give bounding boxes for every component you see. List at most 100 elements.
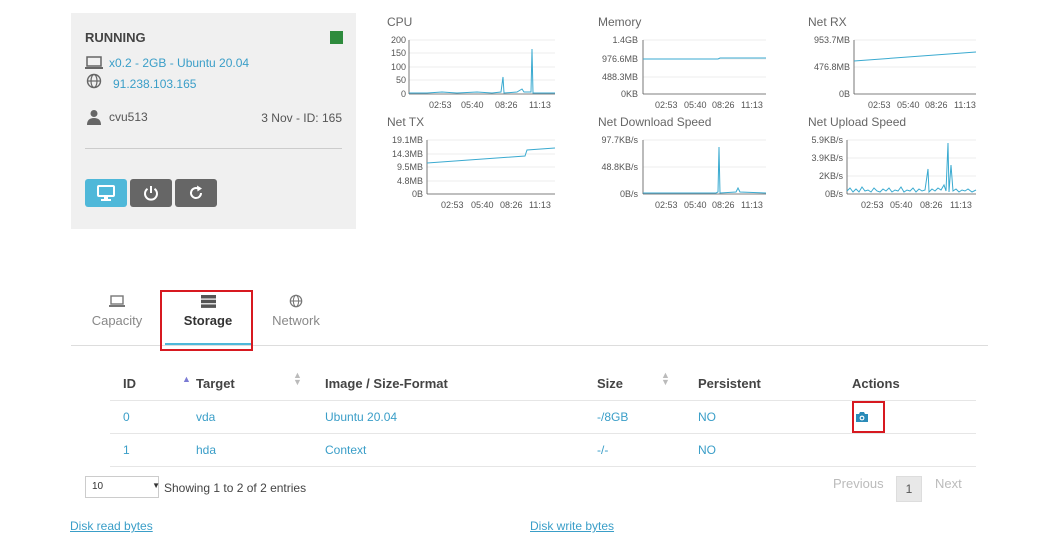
y-tick: 14.3MB bbox=[392, 149, 423, 159]
y-tick: 4.8MB bbox=[397, 176, 423, 186]
chevron-down-icon: ▼ bbox=[152, 481, 160, 490]
y-tick: 2KB/s bbox=[819, 171, 844, 181]
globe-icon bbox=[86, 73, 102, 89]
vm-status-label: RUNNING bbox=[85, 30, 146, 45]
template-row: x0.2 - 2GB - Ubuntu 20.04 bbox=[85, 56, 249, 70]
cpu-chart: CPU 200 150 100 50 0 02:53 05:40 08:26 1… bbox=[387, 15, 597, 115]
pagination-next[interactable]: Next bbox=[935, 476, 962, 491]
user-row: cvu513 bbox=[85, 109, 148, 125]
header-label: Persistent bbox=[698, 376, 761, 391]
entries-info: Showing 1 to 2 of 2 entries bbox=[164, 481, 307, 495]
x-tick: 11:13 bbox=[741, 200, 763, 210]
x-tick: 02:53 bbox=[655, 200, 678, 210]
y-tick: 0B/s bbox=[825, 189, 844, 199]
col-header-size[interactable]: Size ▲ ▼ bbox=[584, 367, 685, 401]
cell-image[interactable]: Ubuntu 20.04 bbox=[312, 400, 584, 434]
table-header-row: ID ▲ Target ▲ ▼ Image / Size-Format Size ▲ ▼ … bbox=[110, 367, 976, 401]
user-icon bbox=[87, 110, 101, 125]
header-label: Size bbox=[597, 376, 624, 391]
y-tick: 50 bbox=[396, 75, 406, 85]
sort-both-icon: ▲ ▼ bbox=[661, 370, 670, 387]
y-tick: 97.7KB/s bbox=[601, 135, 638, 145]
x-axis-labels: 02:53 05:40 08:26 11:13 bbox=[655, 200, 763, 210]
header-label: Target bbox=[196, 376, 235, 391]
col-header-target[interactable]: Target ▲ ▼ bbox=[183, 367, 312, 401]
net-rx-chart: Net RX 953.7MB 476.8MB 0B 02:53 05:40 08… bbox=[808, 15, 1018, 115]
y-tick: 19.1MB bbox=[392, 135, 423, 145]
vm-created-id: 3 Nov - ID: 165 bbox=[261, 111, 342, 125]
y-tick: 488.3MB bbox=[602, 72, 638, 82]
y-axis-labels: 97.7KB/s 48.8KB/s 0B/s bbox=[601, 135, 638, 199]
x-tick: 08:26 bbox=[925, 100, 948, 110]
y-axis-labels: 5.9KB/s 3.9KB/s 2KB/s 0B/s bbox=[811, 135, 843, 199]
y-tick: 0B bbox=[412, 189, 423, 199]
y-tick: 0B/s bbox=[620, 189, 639, 199]
net-rx-series-line bbox=[853, 51, 977, 62]
tab-capacity[interactable]: Capacity bbox=[81, 290, 153, 342]
x-tick: 05:40 bbox=[684, 100, 707, 110]
tab-label: Network bbox=[272, 313, 320, 328]
net-download-series-line bbox=[643, 146, 767, 194]
tab-label: Capacity bbox=[91, 313, 143, 328]
pagination-previous[interactable]: Previous bbox=[833, 476, 884, 491]
pagination-page-1[interactable]: 1 bbox=[896, 476, 922, 502]
x-tick: 05:40 bbox=[890, 200, 913, 210]
y-tick: 1.4GB bbox=[612, 35, 638, 45]
y-tick: 0B bbox=[839, 89, 850, 99]
y-axis-labels: 200 150 100 50 0 bbox=[391, 35, 406, 99]
net-tx-series-line bbox=[426, 147, 556, 164]
table-row[interactable]: 0 vda Ubuntu 20.04 -/8GB NO bbox=[110, 400, 976, 434]
reboot-button[interactable] bbox=[175, 179, 217, 207]
cell-image[interactable]: Context bbox=[312, 433, 584, 467]
x-tick: 11:13 bbox=[950, 200, 972, 210]
laptop-icon bbox=[109, 295, 125, 307]
memory-chart: Memory 1.4GB 976.6MB 488.3MB 0KB 02:53 0… bbox=[598, 15, 808, 115]
cell-id: 1 bbox=[110, 433, 183, 467]
vm-ip-address[interactable]: 91.238.103.165 bbox=[113, 77, 196, 91]
vm-info-panel: RUNNING x0.2 - 2GB - Ubuntu 20.04 91.238… bbox=[71, 13, 356, 229]
sort-both-icon: ▲ ▼ bbox=[293, 370, 302, 387]
col-header-image[interactable]: Image / Size-Format bbox=[312, 367, 584, 401]
cell-actions bbox=[839, 433, 976, 467]
monitor-icon bbox=[97, 185, 115, 201]
x-tick: 11:13 bbox=[529, 200, 551, 210]
cell-target: vda bbox=[183, 400, 312, 434]
x-tick: 05:40 bbox=[461, 100, 484, 110]
y-tick: 200 bbox=[391, 35, 406, 45]
vnc-console-button[interactable] bbox=[85, 179, 127, 207]
tab-network[interactable]: Network bbox=[261, 290, 331, 342]
x-tick: 11:13 bbox=[741, 100, 763, 110]
power-button[interactable] bbox=[130, 179, 172, 207]
page-length-select[interactable]: 10 ▼ bbox=[85, 476, 160, 498]
y-tick: 5.9KB/s bbox=[811, 135, 843, 145]
laptop-icon bbox=[85, 56, 103, 69]
x-tick: 05:40 bbox=[471, 200, 494, 210]
y-tick: 0 bbox=[401, 89, 406, 99]
col-header-id[interactable]: ID ▲ bbox=[110, 367, 191, 401]
x-axis-labels: 02:53 05:40 08:26 11:13 bbox=[868, 100, 976, 110]
cell-size: -/8GB bbox=[584, 400, 685, 434]
col-header-persistent[interactable]: Persistent bbox=[685, 367, 839, 401]
col-header-actions: Actions bbox=[839, 367, 976, 401]
cell-persistent: NO bbox=[685, 433, 839, 467]
net-tx-chart: Net TX 19.1MB 14.3MB 9.5MB 4.8MB 0B 02:5… bbox=[387, 115, 597, 215]
x-tick: 02:53 bbox=[655, 100, 678, 110]
y-tick: 3.9KB/s bbox=[811, 153, 843, 163]
vm-action-buttons bbox=[85, 179, 217, 207]
cell-size: -/- bbox=[584, 433, 685, 467]
ip-row: 91.238.103.165 bbox=[85, 73, 196, 91]
y-tick: 9.5MB bbox=[397, 162, 423, 172]
net-upload-speed-chart: Net Upload Speed 5.9KB/s 3.9KB/s 2KB/s 0… bbox=[808, 115, 1018, 215]
table-row[interactable]: 1 hda Context -/- NO bbox=[110, 433, 976, 467]
header-label: Actions bbox=[852, 376, 900, 391]
x-tick: 11:13 bbox=[954, 100, 976, 110]
x-axis-labels: 02:53 05:40 08:26 11:13 bbox=[441, 200, 551, 210]
x-tick: 11:13 bbox=[529, 100, 551, 110]
x-tick: 08:26 bbox=[712, 200, 735, 210]
storage-table: ID ▲ Target ▲ ▼ Image / Size-Format Size ▲ ▼ … bbox=[110, 367, 976, 467]
y-tick: 48.8KB/s bbox=[601, 162, 638, 172]
x-tick: 05:40 bbox=[684, 200, 707, 210]
x-tick: 05:40 bbox=[897, 100, 920, 110]
vm-template-link[interactable]: x0.2 - 2GB - Ubuntu 20.04 bbox=[109, 56, 249, 70]
snapshot-button-highlight bbox=[852, 401, 885, 433]
